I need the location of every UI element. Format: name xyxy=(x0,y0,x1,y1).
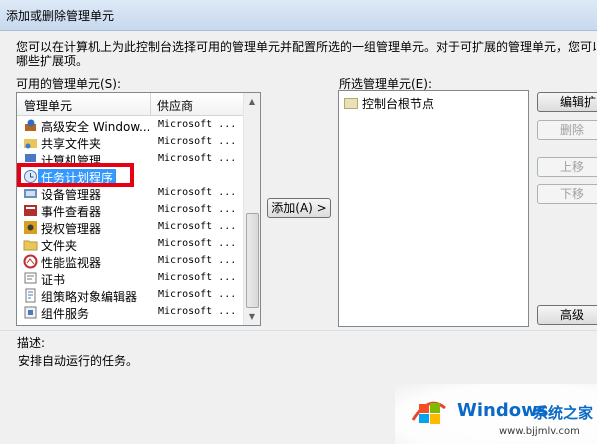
authorization-icon xyxy=(23,220,38,235)
intro-line-1: 您可以在计算机上为此控制台选择可用的管理单元并配置所选的一组管理单元。对于可扩展… xyxy=(16,40,596,54)
list-item-name: 组件服务 xyxy=(41,307,90,321)
list-item[interactable]: 共享文件夹 Microsoft ... xyxy=(17,134,245,151)
vertical-scrollbar[interactable]: ▲ ▼ xyxy=(243,93,260,325)
firewall-icon xyxy=(23,118,38,133)
list-item[interactable]: 高级安全 Window... Microsoft ... xyxy=(17,117,245,134)
list-item[interactable]: 性能监视器 Microsoft ... xyxy=(17,253,245,270)
list-item-vendor: Microsoft ... xyxy=(158,153,237,164)
window-title: 添加或删除管理单元 xyxy=(6,9,115,23)
scroll-down-arrow[interactable]: ▼ xyxy=(244,308,260,325)
list-item-vendor: Microsoft ... xyxy=(158,306,237,317)
list-item-name: 共享文件夹 xyxy=(41,137,102,151)
selected-snapins-list[interactable]: 控制台根节点 xyxy=(338,90,529,327)
group-policy-icon xyxy=(23,288,38,303)
windows-logo-icon xyxy=(411,401,446,424)
shared-folder-icon xyxy=(23,135,38,150)
red-highlight-box xyxy=(17,163,134,187)
scroll-thumb[interactable] xyxy=(246,213,259,308)
watermark: Windows 系统之家 www.bjjmlv.com xyxy=(395,384,597,444)
list-item-vendor: Microsoft ... xyxy=(158,187,237,198)
folder-icon xyxy=(344,98,358,109)
list-item-name: 事件查看器 xyxy=(41,205,102,219)
list-item[interactable]: 设备管理器 Microsoft ... xyxy=(17,185,245,202)
available-snapins-list[interactable]: 管理单元 供应商 高级安全 Window... Microsoft ... 共享文件… xyxy=(16,92,261,326)
add-button[interactable]: 添加(A) > xyxy=(267,198,331,218)
advanced-button[interactable]: 高级 xyxy=(537,305,597,325)
list-item-vendor: Microsoft ... xyxy=(158,119,237,130)
certificate-icon xyxy=(23,271,38,286)
column-header-name[interactable]: 管理单元 xyxy=(24,97,72,114)
list-item-vendor: Microsoft ... xyxy=(158,255,237,266)
intro-text: 您可以在计算机上为此控制台选择可用的管理单元并配置所选的一组管理单元。对于可扩展… xyxy=(16,40,596,68)
device-manager-icon xyxy=(23,186,38,201)
console-root-node[interactable]: 控制台根节点 xyxy=(344,95,434,112)
watermark-cn: 系统之家 xyxy=(533,404,594,422)
list-rows: 高级安全 Window... Microsoft ... 共享文件夹 Microsof… xyxy=(17,117,245,321)
list-header: 管理单元 供应商 xyxy=(17,93,245,116)
remove-button[interactable]: 删除 xyxy=(537,120,597,140)
list-item-name: 文件夹 xyxy=(41,239,78,253)
list-item[interactable]: 组件服务 Microsoft ... xyxy=(17,304,245,321)
list-item-name: 设备管理器 xyxy=(41,188,102,202)
console-root-label: 控制台根节点 xyxy=(362,97,435,111)
scroll-up-arrow[interactable]: ▲ xyxy=(244,93,260,110)
edit-extensions-button[interactable]: 编辑扩 xyxy=(537,92,597,112)
column-header-vendor[interactable]: 供应商 xyxy=(157,97,193,114)
intro-line-2: 哪些扩展项。 xyxy=(16,54,89,68)
list-item[interactable]: 证书 Microsoft ... xyxy=(17,270,245,287)
list-item-name: 性能监视器 xyxy=(41,256,102,270)
watermark-url: www.bjjmlv.com xyxy=(499,426,580,437)
title-bar: 添加或删除管理单元 xyxy=(0,0,597,31)
list-item-name: 组策略对象编辑器 xyxy=(41,290,138,304)
column-separator[interactable] xyxy=(150,93,151,115)
event-viewer-icon xyxy=(23,203,38,218)
move-down-button[interactable]: 下移 xyxy=(537,184,597,204)
available-label: 可用的管理单元(S): xyxy=(16,77,122,91)
list-item-vendor: Microsoft ... xyxy=(158,221,237,232)
list-item-vendor: Microsoft ... xyxy=(158,238,237,249)
list-item[interactable]: 事件查看器 Microsoft ... xyxy=(17,202,245,219)
folder-icon xyxy=(23,237,38,252)
list-item-name: 授权管理器 xyxy=(41,222,102,236)
description-text: 安排自动运行的任务。 xyxy=(18,354,139,368)
list-item[interactable]: 文件夹 Microsoft ... xyxy=(17,236,245,253)
description-label: 描述: xyxy=(17,336,46,350)
component-services-icon xyxy=(23,305,38,320)
list-item-name: 证书 xyxy=(41,273,66,287)
list-item[interactable]: 组策略对象编辑器 Microsoft ... xyxy=(17,287,245,304)
description-divider xyxy=(0,330,597,331)
move-up-button[interactable]: 上移 xyxy=(537,157,597,177)
list-item-vendor: Microsoft ... xyxy=(158,204,237,215)
list-item[interactable]: 授权管理器 Microsoft ... xyxy=(17,219,245,236)
list-item-vendor: Microsoft ... xyxy=(158,272,237,283)
performance-icon xyxy=(23,254,38,269)
list-item-vendor: Microsoft ... xyxy=(158,136,237,147)
list-item-vendor: Microsoft ... xyxy=(158,289,237,300)
list-item-name: 高级安全 Window... xyxy=(41,120,149,134)
